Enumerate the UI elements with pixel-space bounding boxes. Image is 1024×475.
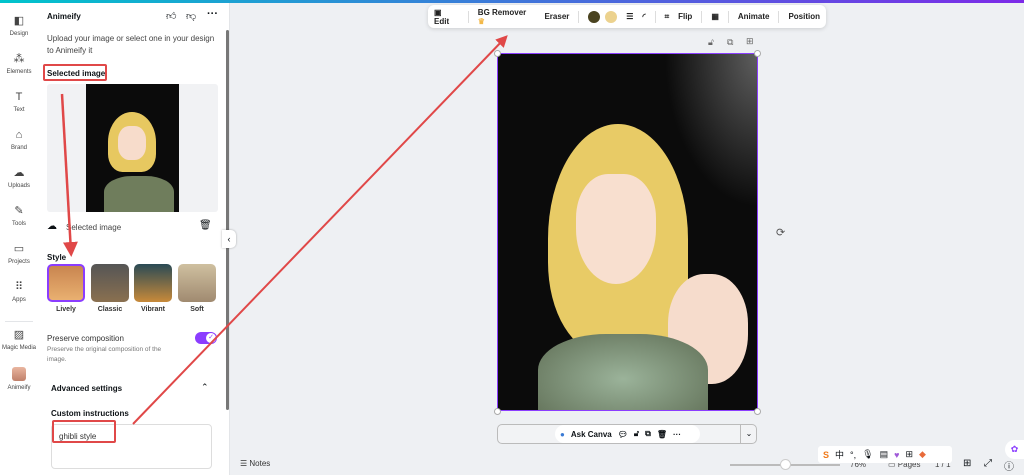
- arrow-to-style: [60, 93, 78, 257]
- annotation-arrows: [60, 35, 508, 425]
- arrow-to-toolbar: [132, 35, 508, 425]
